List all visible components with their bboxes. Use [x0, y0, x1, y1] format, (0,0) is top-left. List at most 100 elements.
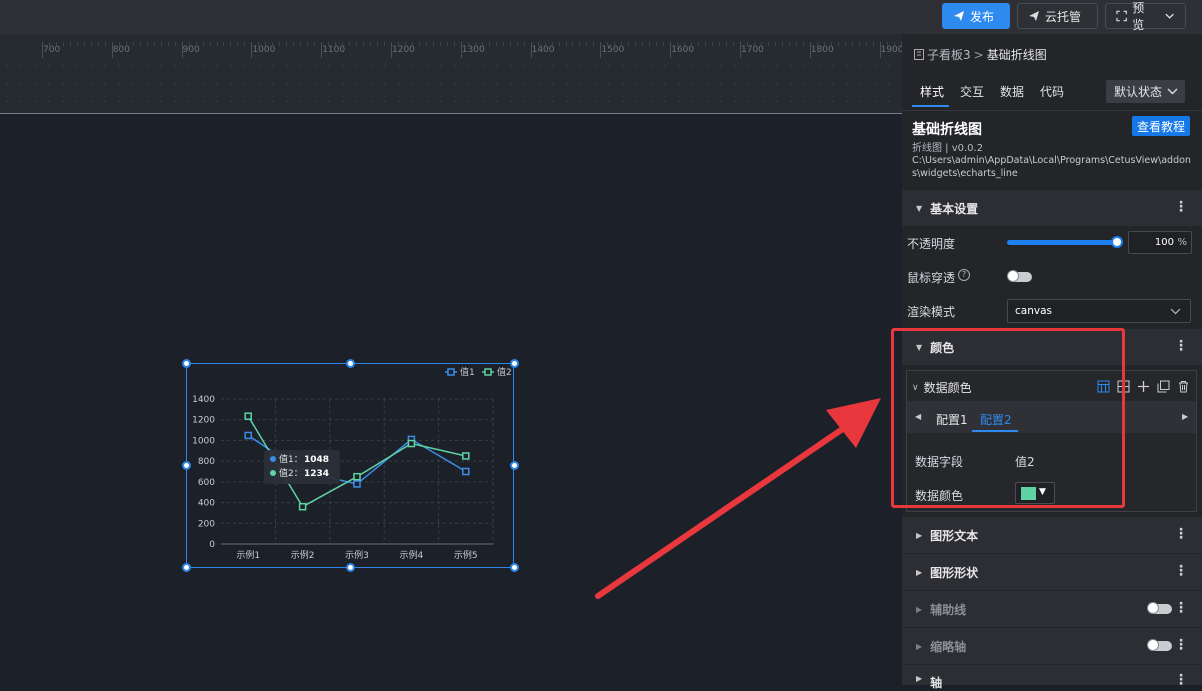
breadcrumb-parent[interactable]: 子看板3 — [927, 46, 971, 63]
data-point — [353, 480, 361, 488]
more-vertical-icon[interactable]: ⋮ — [1174, 601, 1188, 615]
ruler-minor-tick — [307, 42, 309, 46]
view-tutorial-button[interactable]: 查看教程 — [1132, 116, 1190, 136]
resize-handle-top[interactable] — [346, 359, 355, 368]
ruler-minor-tick — [551, 42, 553, 46]
breadcrumb: 子看板3 > 基础折线图 — [914, 46, 1047, 63]
more-vertical-icon[interactable]: ⋮ — [1174, 564, 1188, 578]
section-basic-settings[interactable]: ▼ 基本设置 ⋮ — [902, 190, 1202, 226]
highlight-box — [891, 328, 1125, 508]
ruler-minor-tick — [314, 42, 316, 46]
ruler-minor-tick — [384, 42, 386, 46]
resize-handle-top-right[interactable] — [510, 359, 519, 368]
opacity-value: 100 — [1154, 237, 1174, 248]
state-select[interactable]: 默认状态 — [1106, 80, 1185, 103]
chevron-down-icon — [1165, 13, 1174, 19]
opacity-label: 不透明度 — [907, 237, 956, 251]
more-vertical-icon[interactable]: ⋮ — [1174, 638, 1188, 652]
more-vertical-icon[interactable]: ⋮ — [1174, 200, 1188, 214]
section-graphic-shape[interactable]: ▶ 图形形状 ⋮ — [902, 554, 1202, 590]
active-tab-indicator — [912, 105, 949, 107]
zoom-axis-toggle[interactable] — [1147, 639, 1172, 651]
ruler-minor-tick — [572, 42, 574, 46]
y-tick-label: 200 — [198, 519, 215, 529]
cloud-hosting-button[interactable]: 云托管 — [1017, 3, 1098, 29]
render-mode-select[interactable]: canvas — [1007, 299, 1191, 323]
ruler-minor-tick — [684, 42, 686, 46]
line-chart-widget[interactable]: 0 200 400 600 800 1000 1200 1400 示例1 示例2 示例3 示例4 示例5… — [186, 363, 514, 568]
opacity-input[interactable]: 100 % — [1128, 231, 1192, 254]
trash-icon[interactable] — [1177, 380, 1190, 393]
y-tick-label: 800 — [198, 457, 215, 467]
caret-right-icon[interactable]: ▶ — [1182, 412, 1188, 421]
section-axis[interactable]: ▶ 轴 ⋮ — [902, 665, 1202, 690]
ruler-minor-tick — [753, 42, 755, 46]
aux-line-toggle[interactable] — [1147, 602, 1172, 614]
component-path: C:\Users\admin\AppData\Local\Programs\Ce… — [912, 155, 1191, 179]
ruler-minor-tick — [237, 42, 239, 46]
ruler-minor-tick — [488, 42, 490, 46]
tab-data[interactable]: 数据 — [1000, 83, 1024, 100]
opacity-slider-thumb[interactable] — [1111, 236, 1123, 248]
ruler-minor-tick — [349, 42, 351, 46]
opacity-unit: % — [1177, 237, 1187, 248]
y-tick-label: 1400 — [192, 395, 215, 405]
send-icon — [954, 11, 964, 21]
opacity-slider[interactable] — [1007, 240, 1117, 245]
resize-handle-top-left[interactable] — [182, 359, 191, 368]
ruler-minor-tick — [579, 42, 581, 46]
more-vertical-icon[interactable]: ⋮ — [1174, 527, 1188, 541]
ruler-minor-tick — [781, 42, 783, 46]
help-icon[interactable]: ? — [958, 269, 970, 281]
ruler-minor-tick — [90, 42, 92, 46]
caret-right-icon: ▶ — [916, 641, 923, 651]
section-zoom-axis[interactable]: ▶ 缩略轴 ⋮ — [902, 628, 1202, 664]
resize-handle-left[interactable] — [182, 461, 191, 470]
data-point — [462, 452, 470, 460]
tooltip-label: 值2： — [279, 467, 303, 479]
ruler-minor-tick — [223, 42, 225, 46]
board-icon — [914, 49, 924, 60]
copy-icon[interactable] — [1157, 380, 1170, 393]
render-mode-value: canvas — [1015, 305, 1052, 317]
data-point — [353, 472, 361, 481]
resize-handle-bottom-left[interactable] — [182, 563, 191, 572]
ruler-minor-tick — [404, 42, 406, 46]
resize-handle-bottom[interactable] — [346, 563, 355, 572]
plus-icon[interactable] — [1137, 380, 1150, 393]
ruler-minor-tick — [279, 42, 281, 46]
resize-handle-bottom-right[interactable] — [510, 563, 519, 572]
ruler-dot-row — [0, 101, 902, 102]
caret-right-icon: ▶ — [916, 567, 923, 577]
ruler-minor-tick — [544, 42, 546, 46]
ruler-minor-tick — [872, 42, 874, 46]
ruler-tick-label: 700 — [43, 45, 61, 55]
x-tick-label: 示例4 — [400, 549, 424, 561]
data-point — [462, 467, 470, 476]
ruler-minor-tick — [663, 42, 665, 46]
section-graphic-text[interactable]: ▶ 图形文本 ⋮ — [902, 517, 1202, 553]
more-vertical-icon[interactable]: ⋮ — [1174, 339, 1188, 353]
divider — [902, 110, 1202, 111]
ruler-minor-tick — [495, 42, 497, 46]
tab-interaction[interactable]: 交互 — [960, 83, 984, 100]
mouse-through-toggle[interactable] — [1007, 270, 1032, 282]
tab-code[interactable]: 代码 — [1040, 83, 1064, 100]
ruler-divider — [0, 113, 902, 114]
ruler-minor-tick — [516, 42, 518, 46]
ruler-minor-tick — [104, 42, 106, 46]
section-axis-title: 轴 — [930, 676, 943, 690]
resize-handle-right[interactable] — [510, 461, 519, 470]
ruler-minor-tick — [439, 42, 441, 46]
caret-right-icon: ▶ — [916, 674, 923, 683]
ruler-minor-tick — [795, 42, 797, 46]
ruler-tick-label: 1300 — [461, 45, 485, 55]
preview-button[interactable]: 预览 — [1105, 1, 1186, 32]
ruler-minor-tick — [816, 42, 818, 46]
ruler-minor-tick — [202, 42, 204, 46]
tab-style[interactable]: 样式 — [920, 83, 944, 100]
section-aux-line-title: 辅助线 — [930, 602, 967, 617]
section-aux-line[interactable]: ▶ 辅助线 ⋮ — [902, 591, 1202, 627]
publish-button[interactable]: 发布 — [942, 3, 1010, 29]
component-title: 基础折线图 — [912, 122, 982, 138]
